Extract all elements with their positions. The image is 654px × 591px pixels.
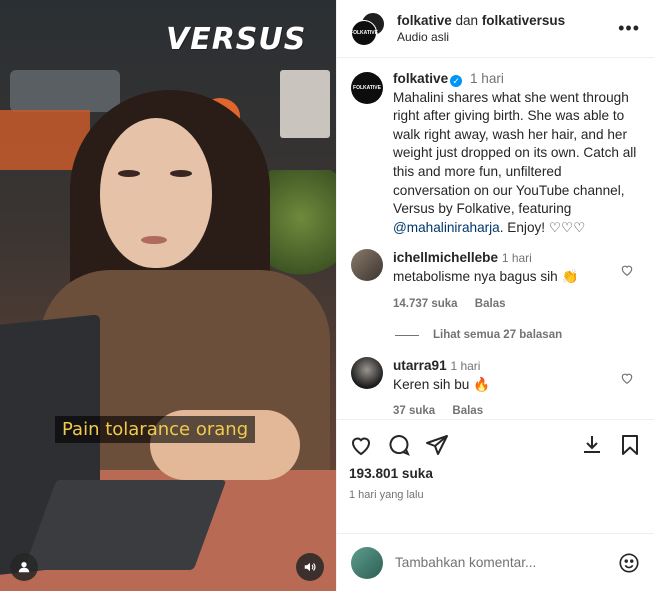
add-comment-bar bbox=[337, 533, 654, 591]
background-radio bbox=[10, 70, 120, 112]
more-options-icon[interactable]: ••• bbox=[618, 18, 640, 39]
comment-reply-button[interactable]: Balas bbox=[475, 298, 506, 310]
person-eye-left bbox=[118, 170, 140, 177]
view-replies-link[interactable]: Lihat semua 27 balasan bbox=[395, 329, 640, 341]
header-username-1[interactable]: folkative bbox=[397, 13, 452, 28]
caption-time[interactable]: 1 hari bbox=[470, 71, 504, 86]
comment-bubble-icon bbox=[389, 435, 410, 456]
add-comment-input[interactable] bbox=[395, 555, 618, 570]
comment-item: utarra91 1 hari Keren sih bu 🔥 37 suka B… bbox=[351, 357, 640, 419]
person-face bbox=[100, 118, 212, 268]
comment-time[interactable]: 1 hari bbox=[502, 251, 532, 265]
background-play-button-plaque bbox=[280, 70, 330, 138]
avatar-folkative[interactable]: FOLKATIVE bbox=[350, 19, 378, 46]
header-username-2[interactable]: folkativersus bbox=[482, 13, 565, 28]
view-replies-label[interactable]: Lihat semua 27 balasan bbox=[433, 329, 562, 341]
comment-likes[interactable]: 37 suka bbox=[393, 405, 435, 417]
replies-divider-line bbox=[395, 334, 419, 336]
comment-username[interactable]: utarra91 bbox=[393, 358, 447, 373]
paper-plane-icon bbox=[426, 435, 448, 455]
comment-time[interactable]: 1 hari bbox=[450, 359, 480, 373]
caption-mention-link[interactable]: @mahaliniraharja bbox=[393, 220, 500, 235]
comment-like-heart-icon[interactable] bbox=[620, 263, 634, 277]
download-icon bbox=[584, 436, 600, 453]
download-button[interactable] bbox=[580, 433, 604, 457]
comment-avatar[interactable] bbox=[351, 249, 383, 282]
comment-button[interactable] bbox=[387, 433, 411, 457]
bookmark-icon bbox=[622, 435, 638, 455]
post-time-ago[interactable]: 1 hari yang lalu bbox=[349, 489, 642, 501]
instagram-post-view: VERSUS Pain tolarance orang FOLKATIVE fo… bbox=[0, 0, 654, 591]
caption-text-end: . Enjoy! ♡♡♡ bbox=[499, 219, 586, 235]
current-user-avatar bbox=[351, 546, 383, 579]
laptop-keyboard bbox=[23, 480, 227, 570]
audio-label-link[interactable]: Audio asli bbox=[397, 30, 565, 44]
header-joiner: dan bbox=[451, 13, 482, 28]
verified-badge-icon: ✓ bbox=[450, 75, 463, 87]
post-media-video[interactable]: VERSUS Pain tolarance orang bbox=[0, 0, 336, 591]
comment-reply-button[interactable]: Balas bbox=[452, 405, 483, 417]
comment-avatar[interactable] bbox=[351, 357, 383, 390]
audio-toggle-button[interactable] bbox=[296, 553, 324, 581]
save-button[interactable] bbox=[618, 433, 642, 457]
comment-text: metabolisme nya bagus sih 👏 bbox=[393, 268, 579, 284]
comment-likes[interactable]: 14.737 suka bbox=[393, 298, 458, 310]
like-count[interactable]: 193.801 suka bbox=[349, 466, 642, 481]
emoji-icon[interactable] bbox=[618, 552, 640, 574]
share-button[interactable] bbox=[425, 433, 449, 457]
caption-text: Mahalini shares what she went through ri… bbox=[393, 89, 637, 217]
person-eye-right bbox=[170, 170, 192, 177]
post-side-panel: FOLKATIVE folkative dan folkativersus Au… bbox=[336, 0, 654, 591]
versus-logo-overlay: VERSUS bbox=[166, 22, 307, 57]
post-actions: 193.801 suka 1 hari yang lalu bbox=[337, 419, 654, 533]
collab-names: folkative dan folkativersus bbox=[397, 13, 565, 28]
user-tag-icon bbox=[18, 562, 30, 573]
heart-icon bbox=[351, 437, 371, 456]
caption-username[interactable]: folkative bbox=[393, 71, 448, 86]
like-button[interactable] bbox=[349, 433, 373, 457]
caption-avatar[interactable]: FOLKATIVE bbox=[351, 72, 383, 104]
comments-scroll-area[interactable]: FOLKATIVE folkative ✓ 1 hari Mahalini sha… bbox=[337, 58, 654, 419]
person-lips bbox=[141, 236, 167, 244]
comment-item: ichellmichellebe 1 hari metabolisme nya … bbox=[351, 249, 640, 313]
speaker-icon bbox=[304, 562, 316, 572]
post-caption: FOLKATIVE folkative ✓ 1 hari Mahalini sha… bbox=[351, 70, 640, 237]
comment-username[interactable]: ichellmichellebe bbox=[393, 250, 498, 265]
comment-text: Keren sih bu 🔥 bbox=[393, 376, 491, 392]
video-subtitle: Pain tolarance orang bbox=[55, 416, 256, 443]
user-tag-button[interactable] bbox=[10, 553, 38, 581]
collab-avatars[interactable]: FOLKATIVE bbox=[350, 11, 385, 46]
post-header: FOLKATIVE folkative dan folkativersus Au… bbox=[337, 0, 654, 58]
comment-like-heart-icon[interactable] bbox=[620, 371, 634, 385]
